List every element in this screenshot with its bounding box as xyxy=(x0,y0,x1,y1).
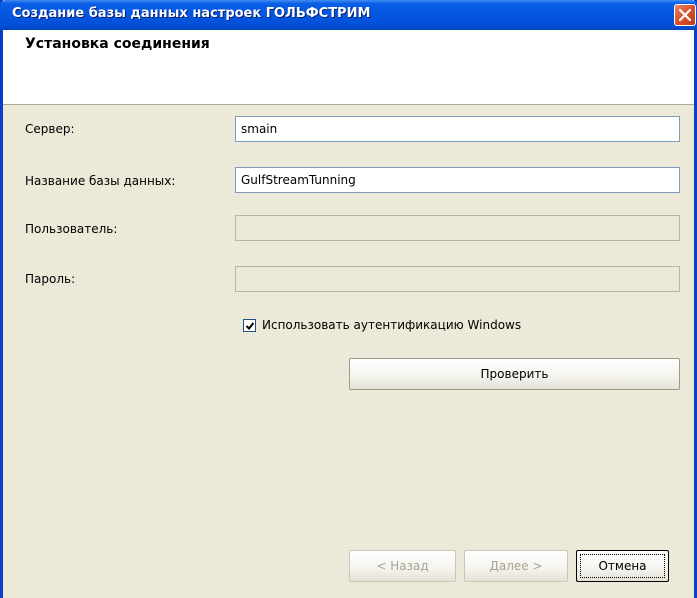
focus-ring xyxy=(580,554,665,578)
window-title: Создание базы данных настроек ГОЛЬФСТРИМ xyxy=(12,6,371,21)
database-name-label: Название базы данных: xyxy=(25,174,176,188)
close-icon xyxy=(679,9,691,21)
password-label: Пароль: xyxy=(25,272,76,286)
user-input[interactable] xyxy=(235,215,680,241)
windows-auth-checkbox[interactable] xyxy=(243,319,256,332)
title-bar[interactable]: Создание базы данных настроек ГОЛЬФСТРИМ xyxy=(0,0,697,30)
database-name-input[interactable] xyxy=(235,167,680,193)
check-connection-button[interactable]: Проверить xyxy=(349,358,680,390)
server-input[interactable] xyxy=(235,116,680,142)
password-input[interactable] xyxy=(235,266,680,292)
cancel-button[interactable]: Отмена xyxy=(576,550,669,582)
windows-auth-label: Использовать аутентификацию Windows xyxy=(262,318,522,332)
close-button[interactable] xyxy=(674,4,696,26)
user-label: Пользователь: xyxy=(25,222,118,236)
next-button[interactable]: Далее > xyxy=(464,550,568,582)
page-title: Установка соединения xyxy=(25,36,210,52)
checkmark-icon xyxy=(245,322,255,330)
back-button[interactable]: < Назад xyxy=(349,550,456,582)
dialog-window: Создание базы данных настроек ГОЛЬФСТРИМ… xyxy=(0,0,697,598)
server-label: Сервер: xyxy=(25,122,75,136)
